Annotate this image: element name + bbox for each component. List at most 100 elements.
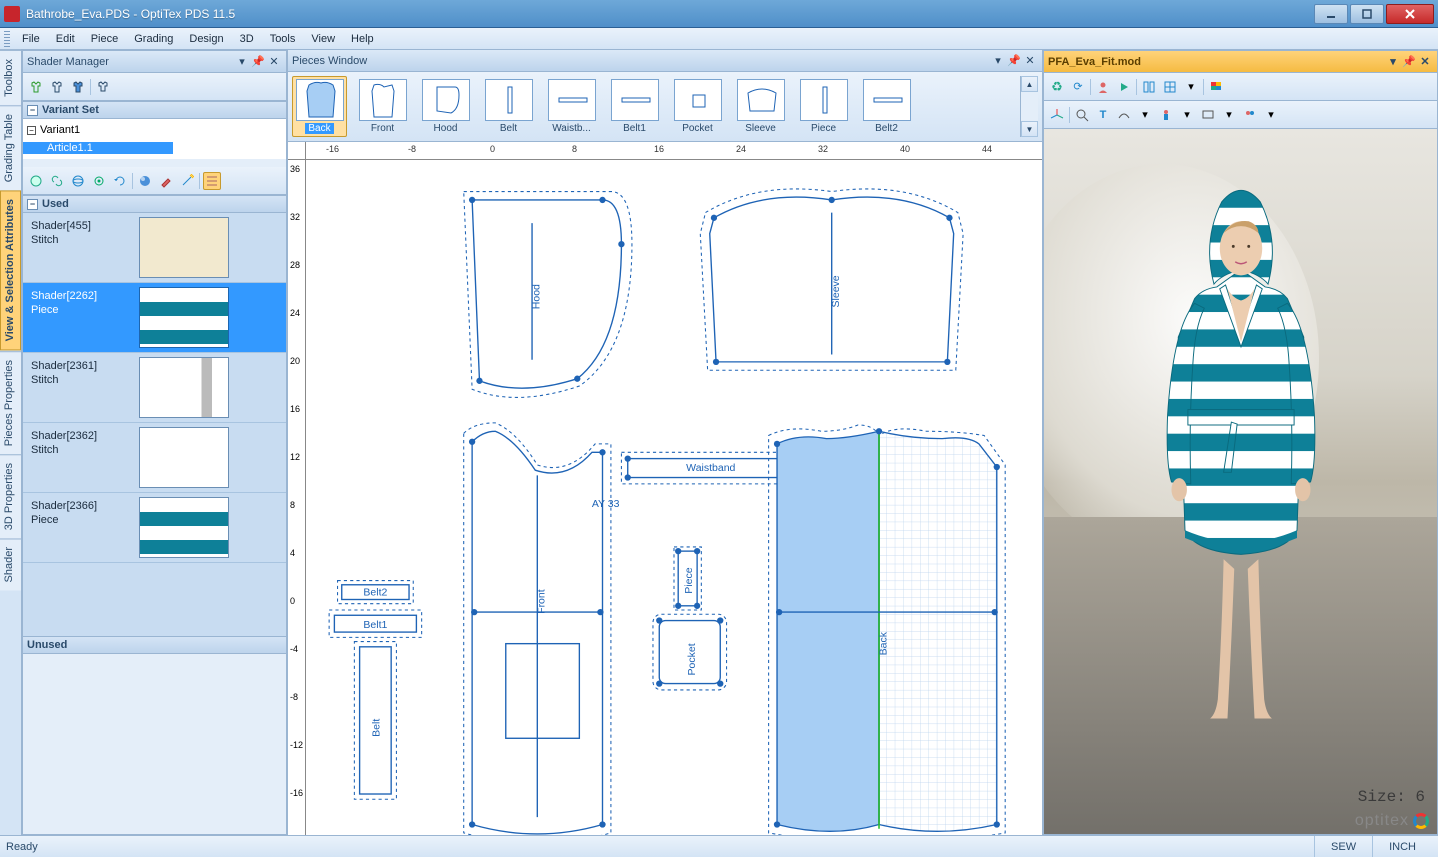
panel-icon[interactable]	[1140, 78, 1158, 96]
dropdown-icon[interactable]: ▾	[1136, 106, 1154, 124]
tree-collapse-icon[interactable]: −	[27, 126, 36, 135]
piece-pocket[interactable]: Pocket	[653, 614, 727, 690]
shader-item[interactable]: Shader[2366]Piece	[23, 493, 286, 563]
sphere-icon[interactable]	[136, 172, 154, 190]
measure-icon[interactable]	[1115, 106, 1133, 124]
autohide-icon[interactable]: 📌	[250, 54, 266, 70]
menu-grading[interactable]: Grading	[126, 30, 181, 48]
piece-belt[interactable]: Belt	[354, 642, 396, 800]
menubar-grip[interactable]	[4, 31, 10, 47]
rotate-icon[interactable]	[111, 172, 129, 190]
axes-icon[interactable]	[1048, 106, 1066, 124]
menu-piece[interactable]: Piece	[83, 30, 127, 48]
piece-piece-small[interactable]: Piece	[674, 547, 701, 610]
left-tab-pieces-properties[interactable]: Pieces Properties	[0, 351, 21, 454]
collapse-icon[interactable]: −	[27, 105, 38, 116]
piece-thumb-hood[interactable]: Hood	[418, 76, 473, 137]
avatar-icon[interactable]	[1094, 78, 1112, 96]
piece-back[interactable]: Back	[769, 425, 1006, 835]
brush-icon[interactable]	[157, 172, 175, 190]
shirt-small-icon[interactable]	[27, 78, 45, 96]
shader-item[interactable]: Shader[2361]Stitch	[23, 353, 286, 423]
panel-close-icon[interactable]: ✕	[1022, 53, 1038, 69]
left-tab-grading-table[interactable]: Grading Table	[0, 105, 21, 190]
dropdown-icon[interactable]: ▾	[1182, 78, 1200, 96]
menu-edit[interactable]: Edit	[48, 30, 83, 48]
maximize-button[interactable]	[1350, 4, 1384, 24]
status-inch[interactable]: INCH	[1372, 836, 1432, 857]
cog-icon[interactable]	[90, 172, 108, 190]
left-tab-toolbox[interactable]: Toolbox	[0, 50, 21, 105]
pattern-canvas[interactable]: -16-8081624324044 36322824201612840-4-8-…	[288, 142, 1042, 835]
pin-icon[interactable]: ▾	[234, 54, 250, 70]
menu-tools[interactable]: Tools	[262, 30, 304, 48]
variant-row[interactable]: −Variant1	[23, 121, 286, 139]
piece-thumb-belt[interactable]: Belt	[481, 76, 536, 137]
pieces-panel-header[interactable]: Pieces Window ▾ 📌 ✕	[288, 50, 1042, 72]
link-icon[interactable]	[48, 172, 66, 190]
piece-belt2[interactable]: Belt2	[338, 581, 414, 604]
recycle-icon[interactable]: ♻	[1048, 78, 1066, 96]
used-header[interactable]: − Used	[23, 195, 286, 213]
left-tab-view-selection-attributes[interactable]: View & Selection Attributes	[0, 190, 21, 350]
shirt-tiny-icon[interactable]	[94, 78, 112, 96]
person-icon[interactable]	[1157, 106, 1175, 124]
left-tab--d-properties[interactable]: 3D Properties	[0, 454, 21, 538]
piece-thumb-back[interactable]: Back	[292, 76, 347, 137]
minimize-button[interactable]	[1314, 4, 1348, 24]
piece-waistband[interactable]: Waistband	[621, 452, 800, 484]
article-row[interactable]: Article1.1	[23, 139, 286, 157]
piece-sleeve[interactable]: Sleeve	[700, 189, 963, 370]
list-icon[interactable]	[203, 172, 221, 190]
play-icon[interactable]	[1115, 78, 1133, 96]
autohide-icon[interactable]: 📌	[1006, 53, 1022, 69]
panel-close-icon[interactable]: ✕	[266, 54, 282, 70]
flag-icon[interactable]	[1207, 78, 1225, 96]
menu-3d[interactable]: 3D	[232, 30, 262, 48]
3d-panel-header[interactable]: PFA_Eva_Fit.mod ▾ 📌 ✕	[1044, 51, 1437, 73]
screen-icon[interactable]	[1199, 106, 1217, 124]
zoom-icon[interactable]	[1073, 106, 1091, 124]
left-tab-shader[interactable]: Shader	[0, 538, 21, 590]
shader-item[interactable]: Shader[455]Stitch	[23, 213, 286, 283]
piece-thumb-belt2[interactable]: Belt2	[859, 76, 914, 137]
shader-item[interactable]: Shader[2262]Piece	[23, 283, 286, 353]
refresh-icon[interactable]: ⟳	[1069, 78, 1087, 96]
piece-front[interactable]: Front	[464, 423, 611, 835]
close-button[interactable]	[1386, 4, 1434, 24]
collapse-icon[interactable]: −	[27, 199, 38, 210]
shader-panel-header[interactable]: Shader Manager ▾ 📌 ✕	[23, 51, 286, 73]
wand-icon[interactable]	[178, 172, 196, 190]
piece-thumb-front[interactable]: Front	[355, 76, 410, 137]
scroll-down-icon[interactable]: ▼	[1021, 121, 1038, 137]
pieces-scrollbar[interactable]: ▲ ▼	[1020, 76, 1038, 137]
piece-thumb-piece[interactable]: Piece	[796, 76, 851, 137]
piece-thumb-waistb[interactable]: Waistb...	[544, 76, 599, 137]
piece-thumb-pocket[interactable]: Pocket	[670, 76, 725, 137]
dropdown-icon[interactable]: ▾	[1178, 106, 1196, 124]
menu-help[interactable]: Help	[343, 30, 382, 48]
piece-thumb-belt1[interactable]: Belt1	[607, 76, 662, 137]
piece-hood[interactable]: Hood	[464, 192, 632, 398]
variant-set-header[interactable]: − Variant Set	[23, 101, 286, 119]
pin-icon[interactable]: ▾	[1385, 54, 1401, 70]
autohide-icon[interactable]: 📌	[1401, 54, 1417, 70]
shirt-outline-icon[interactable]	[48, 78, 66, 96]
new-shader-icon[interactable]	[27, 172, 45, 190]
dropdown-icon[interactable]: ▾	[1220, 106, 1238, 124]
text-icon[interactable]: T	[1094, 106, 1112, 124]
menu-view[interactable]: View	[303, 30, 343, 48]
menu-file[interactable]: File	[14, 30, 48, 48]
pin-icon[interactable]: ▾	[990, 53, 1006, 69]
globe-icon[interactable]	[69, 172, 87, 190]
panel-close-icon[interactable]: ✕	[1417, 54, 1433, 70]
grid-icon[interactable]	[1161, 78, 1179, 96]
piece-belt1[interactable]: Belt1	[329, 610, 422, 637]
menu-design[interactable]: Design	[181, 30, 231, 48]
status-sew[interactable]: SEW	[1314, 836, 1372, 857]
shirt-fill-icon[interactable]	[69, 78, 87, 96]
scroll-up-icon[interactable]: ▲	[1021, 76, 1038, 92]
people-icon[interactable]	[1241, 106, 1259, 124]
3d-viewport[interactable]: Size: 6 optitex	[1044, 129, 1437, 834]
dropdown-icon[interactable]: ▾	[1262, 106, 1280, 124]
